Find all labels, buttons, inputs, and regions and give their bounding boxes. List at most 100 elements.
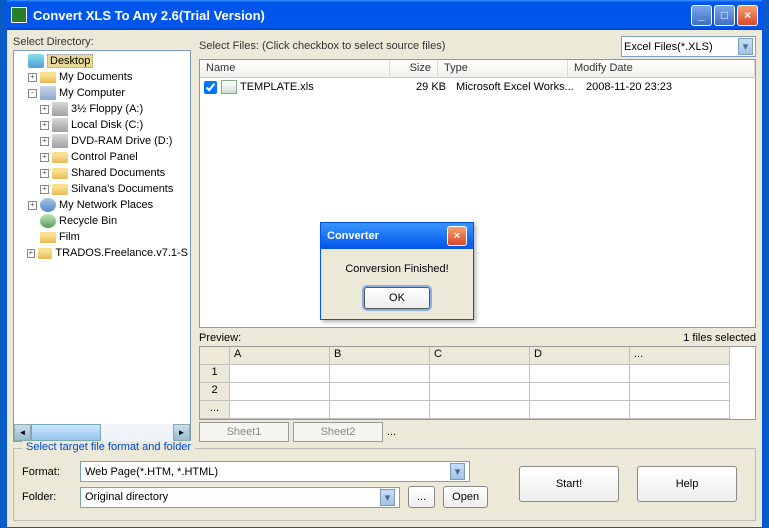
tree-item[interactable]: + Silvana's Documents	[16, 181, 188, 197]
close-button[interactable]: ×	[737, 5, 758, 26]
recycle-icon	[40, 214, 56, 228]
grid-cell	[430, 383, 530, 401]
drive-icon	[52, 134, 68, 148]
tree-item[interactable]: +My Documents	[16, 69, 188, 85]
file-row[interactable]: TEMPLATE.xls29 KBMicrosoft Excel Works..…	[200, 78, 755, 96]
tree-item[interactable]: + Shared Documents	[16, 165, 188, 181]
grid-cell	[330, 401, 430, 419]
drive-icon	[52, 118, 68, 132]
file-name: TEMPLATE.xls	[240, 81, 398, 93]
expand-icon[interactable]: -	[28, 89, 37, 98]
file-filter-combo[interactable]: Excel Files(*.XLS) ▾	[621, 36, 756, 57]
expand-icon[interactable]: +	[40, 153, 49, 162]
tree-item[interactable]: +TRADOS.Freelance.v7.1-S	[16, 245, 188, 261]
file-type: Microsoft Excel Works...	[446, 81, 576, 93]
desktop-icon	[28, 54, 44, 68]
expand-icon[interactable]: +	[28, 73, 37, 82]
col-mod[interactable]: Modify Date	[568, 60, 755, 77]
grid-cell	[230, 401, 330, 419]
tree-hscrollbar[interactable]: ◄ ►	[14, 424, 190, 441]
grid-cell	[430, 365, 530, 383]
tree-item[interactable]: +Control Panel	[16, 149, 188, 165]
directory-label: Select Directory:	[13, 36, 191, 48]
tree-item-label: My Network Places	[59, 199, 153, 211]
expand-icon[interactable]: +	[27, 249, 35, 258]
tree-item[interactable]: Recycle Bin	[16, 213, 188, 229]
maximize-button[interactable]: □	[714, 5, 735, 26]
tree-item[interactable]: + My Network Places	[16, 197, 188, 213]
titlebar: Convert XLS To Any 2.6(Trial Version) _ …	[7, 0, 762, 30]
file-list[interactable]: Name Size Type Modify Date TEMPLATE.xls2…	[199, 59, 756, 328]
dialog-titlebar: Converter ×	[321, 223, 473, 249]
target-group-title: Select target file format and folder	[22, 441, 195, 453]
scroll-left-icon[interactable]: ◄	[14, 424, 31, 441]
dialog-ok-button[interactable]: OK	[364, 287, 430, 309]
col-type[interactable]: Type	[438, 60, 568, 77]
grid-cell	[630, 365, 730, 383]
chevron-down-icon[interactable]: ▾	[738, 38, 753, 55]
tree-item-label: Local Disk (C:)	[71, 119, 143, 131]
start-button[interactable]: Start!	[519, 466, 619, 502]
folder-combo[interactable]: Original directory ▾	[80, 487, 400, 508]
expand-icon[interactable]: +	[40, 105, 49, 114]
grid-row-header: 2	[200, 383, 230, 401]
scroll-thumb[interactable]	[31, 424, 101, 441]
col-name[interactable]: Name	[200, 60, 390, 77]
chevron-down-icon[interactable]: ▾	[450, 463, 465, 480]
format-combo[interactable]: Web Page(*.HTM, *.HTML) ▾	[80, 461, 470, 482]
grid-col-header: B	[330, 347, 430, 365]
scroll-right-icon[interactable]: ►	[173, 424, 190, 441]
window-title: Convert XLS To Any 2.6(Trial Version)	[33, 8, 689, 23]
sheets-more: ...	[387, 426, 396, 438]
tree-item[interactable]: +3½ Floppy (A:)	[16, 101, 188, 117]
target-group: Select target file format and folder For…	[13, 448, 756, 521]
tree-item-label: DVD-RAM Drive (D:)	[71, 135, 172, 147]
converter-dialog: Converter × Conversion Finished! OK	[320, 222, 474, 320]
grid-col-header: D	[530, 347, 630, 365]
tree-item[interactable]: + Local Disk (C:)	[16, 117, 188, 133]
browse-button[interactable]: ...	[408, 486, 435, 508]
tree-item[interactable]: Desktop	[16, 53, 188, 69]
grid-cell	[230, 383, 330, 401]
grid-col-header: A	[230, 347, 330, 365]
grid-cell	[230, 365, 330, 383]
dialog-close-button[interactable]: ×	[447, 226, 467, 246]
grid-row-header: 1	[200, 365, 230, 383]
sheet-tab[interactable]: Sheet2	[293, 422, 383, 442]
grid-cell	[330, 383, 430, 401]
grid-col-header: ...	[630, 347, 730, 365]
computer-icon	[40, 86, 56, 100]
grid-row-header: ...	[200, 401, 230, 419]
folder-value: Original directory	[85, 491, 168, 503]
expand-icon[interactable]: +	[40, 121, 49, 130]
preview-label: Preview:	[199, 332, 683, 344]
file-checkbox[interactable]	[204, 81, 217, 94]
sheet-tab[interactable]: Sheet1	[199, 422, 289, 442]
app-icon	[11, 7, 27, 23]
folder-icon	[38, 248, 52, 259]
tree-item[interactable]: Film	[16, 229, 188, 245]
format-label: Format:	[22, 466, 72, 478]
drive-icon	[52, 102, 68, 116]
open-button[interactable]: Open	[443, 486, 488, 508]
col-size[interactable]: Size	[390, 60, 438, 77]
tree-item-label: Silvana's Documents	[71, 183, 173, 195]
grid-cell	[630, 401, 730, 419]
tree-item[interactable]: + DVD-RAM Drive (D:)	[16, 133, 188, 149]
expand-icon[interactable]: +	[40, 185, 49, 194]
expand-icon[interactable]: +	[40, 137, 49, 146]
grid-cell	[330, 365, 430, 383]
expand-icon[interactable]: +	[28, 201, 37, 210]
tree-item-label: Film	[59, 231, 80, 243]
tree-item-label: Shared Documents	[71, 167, 165, 179]
file-filter-value: Excel Files(*.XLS)	[624, 41, 713, 53]
directory-tree[interactable]: Desktop+My Documents-My Computer+3½ Flop…	[13, 50, 191, 442]
file-size: 29 KB	[398, 81, 446, 93]
minimize-button[interactable]: _	[691, 5, 712, 26]
help-button[interactable]: Help	[637, 466, 737, 502]
grid-cell	[630, 383, 730, 401]
tree-item[interactable]: -My Computer	[16, 85, 188, 101]
expand-icon[interactable]: +	[40, 169, 49, 178]
chevron-down-icon[interactable]: ▾	[380, 489, 395, 506]
xls-file-icon	[221, 80, 237, 94]
